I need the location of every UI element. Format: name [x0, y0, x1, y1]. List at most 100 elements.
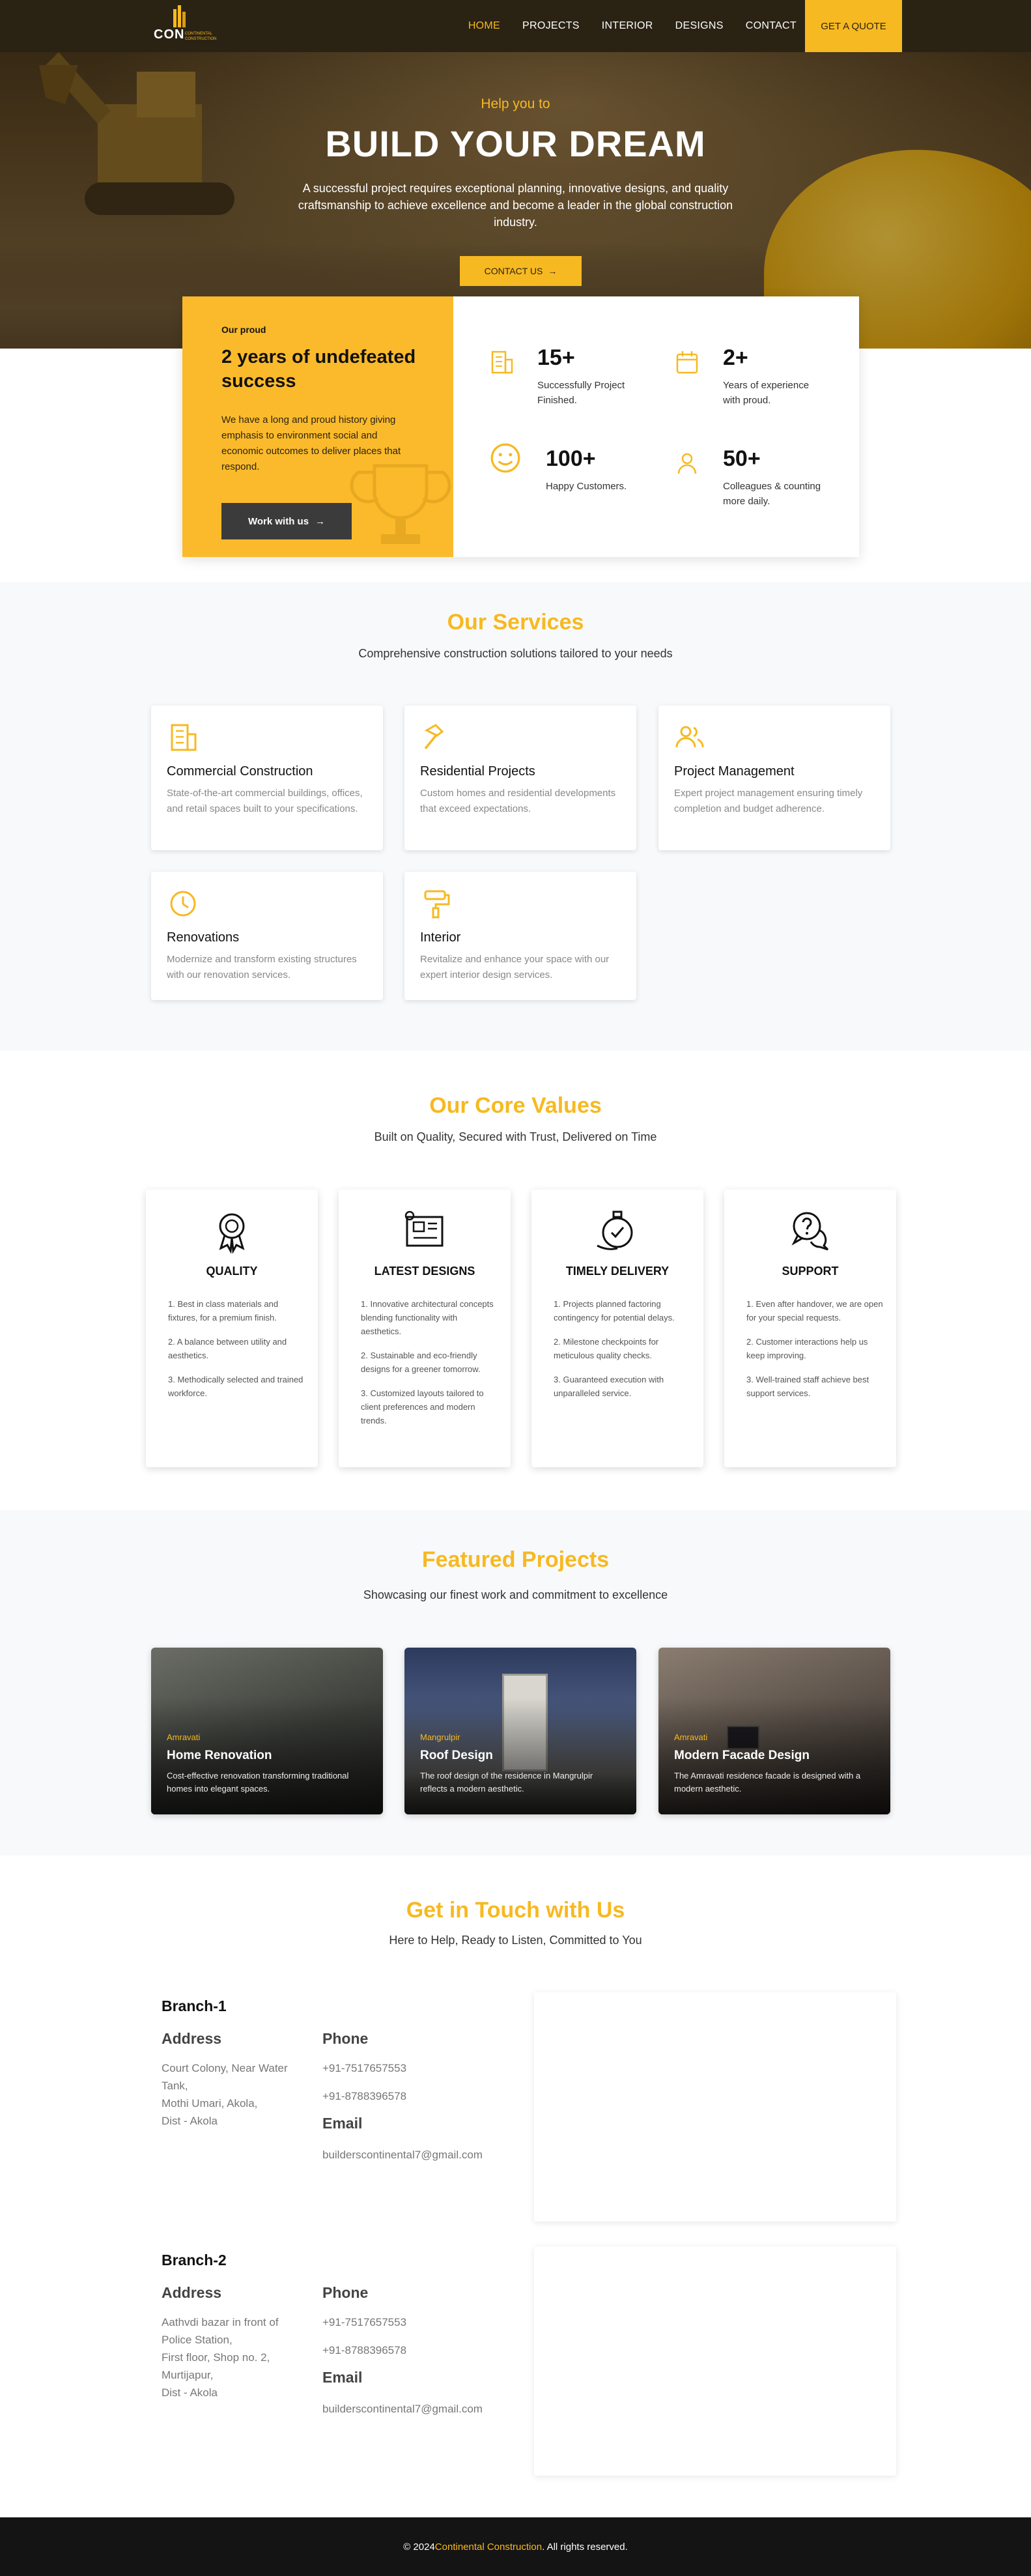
logo-subtitle: CONTINENTAL CONSTRUCTION — [185, 32, 217, 41]
stat-label: Happy Customers. — [546, 481, 627, 492]
value-points: 1. Projects planned factoring contingenc… — [554, 1297, 690, 1410]
project-text: The roof design of the residence in Mang… — [420, 1771, 593, 1794]
contact-us-button[interactable]: CONTACT US → — [460, 256, 582, 286]
paint-roller-icon — [424, 890, 450, 919]
project-location: Amravati — [167, 1732, 201, 1742]
footer: © 2024 Continental Construction . All ri… — [0, 2517, 1031, 2576]
project-card[interactable]: Amravati Home Renovation Cost-effective … — [151, 1648, 383, 1814]
calendar-icon — [676, 351, 698, 374]
project-text: Cost-effective renovation transforming t… — [167, 1771, 349, 1794]
address-line: Aathvdi bazar in front of Police Station… — [162, 2316, 279, 2346]
stat-label: Colleagues & counting more daily. — [723, 481, 821, 507]
phone-number[interactable]: +91-7517657553 — [322, 2313, 406, 2331]
project-location: Amravati — [674, 1732, 708, 1742]
users-icon — [675, 726, 704, 748]
service-card[interactable]: Renovations Modernize and transform exis… — [151, 872, 383, 1000]
support-chat-icon — [791, 1212, 829, 1251]
quality-badge-icon — [219, 1213, 245, 1253]
email-link[interactable]: builderscontinental7@gmail.com — [322, 2146, 483, 2164]
stat-label: Successfully Project Finished. — [537, 380, 625, 406]
stats-highlight-panel: Our proud 2 years of undefeated success … — [182, 296, 453, 557]
value-point: 1. Even after handover, we are open for … — [746, 1299, 883, 1323]
project-card[interactable]: Mangrulpir Roof Design The roof design o… — [404, 1648, 636, 1814]
value-point: 3. Methodically selected and trained wor… — [168, 1375, 304, 1398]
address-heading: Address — [162, 2284, 222, 2301]
branch-name: Branch-1 — [162, 1997, 227, 2014]
value-point: 2. Milestone checkpoints for meticulous … — [554, 1337, 659, 1360]
blueprint-icon — [404, 1210, 444, 1247]
value-point: 2. Sustainable and eco-friendly designs … — [361, 1351, 481, 1374]
building-icon — [491, 351, 513, 374]
branch-1: Branch-1 Address Court Colony, Near Wate… — [162, 1997, 500, 2193]
value-point: 2. Customer interactions help us keep im… — [746, 1337, 868, 1360]
phone-number[interactable]: +91-8788396578 — [322, 2087, 406, 2105]
service-card[interactable]: Commercial Construction State-of-the-art… — [151, 706, 383, 850]
service-card[interactable]: Project Management Expert project manage… — [658, 706, 890, 850]
service-card[interactable]: Interior Revitalize and enhance your spa… — [404, 872, 636, 1000]
nav-designs[interactable]: DESIGNS — [675, 20, 724, 32]
contact-us-label: CONTACT US — [484, 266, 543, 276]
value-title: SUPPORT — [782, 1265, 839, 1278]
address-text: Aathvdi bazar in front of Police Station… — [162, 2313, 305, 2401]
nav-interior[interactable]: INTERIOR — [602, 20, 653, 32]
email-link[interactable]: builderscontinental7@gmail.com — [322, 2400, 483, 2418]
value-point: 3. Customized layouts tailored to client… — [361, 1388, 484, 1425]
user-icon — [677, 453, 697, 474]
value-point: 2. A balance between utility and aesthet… — [168, 1337, 287, 1360]
footer-brand-link[interactable]: Continental Construction — [435, 2541, 542, 2553]
stat-experience: 2+ Years of experience with proud. — [674, 345, 830, 410]
stat-customers: 100+ Happy Customers. — [488, 443, 645, 511]
service-title: Residential Projects — [420, 764, 535, 779]
stat-label: Years of experience with proud. — [723, 380, 810, 406]
address-text: Court Colony, Near Water Tank, Mothi Uma… — [162, 2059, 305, 2130]
phone-heading: Phone — [322, 2030, 369, 2047]
stat-value: 100+ — [546, 446, 596, 471]
service-card[interactable]: Residential Projects Custom homes and re… — [404, 706, 636, 850]
logo[interactable]: CON CONTINENTAL CONSTRUCTION — [154, 5, 216, 46]
work-with-us-button[interactable]: Work with us → — [221, 503, 352, 539]
stat-value: 15+ — [537, 345, 575, 370]
nav-contact[interactable]: CONTACT — [746, 20, 797, 32]
clock-icon — [170, 891, 196, 917]
projects-title: Featured Projects — [421, 1547, 610, 1572]
service-text: Modernize and transform existing structu… — [167, 954, 357, 980]
logo-word: CON — [154, 27, 185, 42]
service-text: Revitalize and enhance your space with o… — [420, 954, 610, 980]
service-title: Interior — [420, 930, 461, 945]
get-a-quote-button[interactable]: GET A QUOTE — [805, 0, 902, 52]
values-subtitle: Built on Quality, Secured with Trust, De… — [374, 1130, 657, 1143]
value-card: LATEST DESIGNS 1. Innovative architectur… — [339, 1190, 511, 1467]
services-subtitle: Comprehensive construction solutions tai… — [358, 647, 673, 660]
value-card: TIMELY DELIVERY 1. Projects planned fact… — [531, 1190, 703, 1467]
project-title: Modern Facade Design — [674, 1749, 810, 1762]
phone-number[interactable]: +91-8788396578 — [322, 2341, 406, 2359]
email-heading: Email — [322, 2115, 363, 2132]
branch-2-map[interactable] — [534, 2246, 896, 2476]
value-point: 3. Well-trained staff achieve best suppo… — [746, 1375, 869, 1398]
contact-subtitle: Here to Help, Ready to Listen, Committed… — [389, 1934, 642, 1947]
core-values-section: Our Core Values Built on Quality, Secure… — [0, 1051, 1031, 1510]
footer-copyright-suffix: . All rights reserved. — [542, 2541, 628, 2553]
logo-mark-icon — [173, 5, 186, 27]
value-card: SUPPORT 1. Even after handover, we are o… — [724, 1190, 896, 1467]
address-line: Murtijapur, — [162, 2369, 214, 2381]
value-points: 1. Innovative architectural concepts ble… — [361, 1297, 498, 1438]
address-line: First floor, Shop no. 2, — [162, 2351, 270, 2364]
value-card: QUALITY 1. Best in class materials and f… — [146, 1190, 318, 1467]
phone-number[interactable]: +91-7517657553 — [322, 2059, 406, 2077]
projects-subtitle: Showcasing our finest work and commitmen… — [363, 1588, 668, 1601]
featured-projects-section: Featured Projects Showcasing our finest … — [0, 1510, 1031, 1855]
arrow-right-icon: → — [315, 515, 326, 527]
project-text: The Amravati residence facade is designe… — [674, 1771, 861, 1794]
nav-projects[interactable]: PROJECTS — [522, 20, 580, 32]
nav-home[interactable]: HOME — [468, 20, 500, 32]
value-points: 1. Best in class materials and fixtures,… — [168, 1297, 305, 1410]
stats-card: Our proud 2 years of undefeated success … — [182, 296, 859, 557]
service-text: Custom homes and residential development… — [420, 788, 616, 814]
branch-1-map[interactable] — [534, 1992, 896, 2222]
smile-icon — [490, 443, 520, 473]
project-card[interactable]: Amravati Modern Facade Design The Amrava… — [658, 1648, 890, 1814]
stats-kicker: Our proud — [221, 324, 266, 335]
contact-title: Get in Touch with Us — [406, 1898, 625, 1923]
address-line: Mothi Umari, Akola, — [162, 2097, 258, 2110]
